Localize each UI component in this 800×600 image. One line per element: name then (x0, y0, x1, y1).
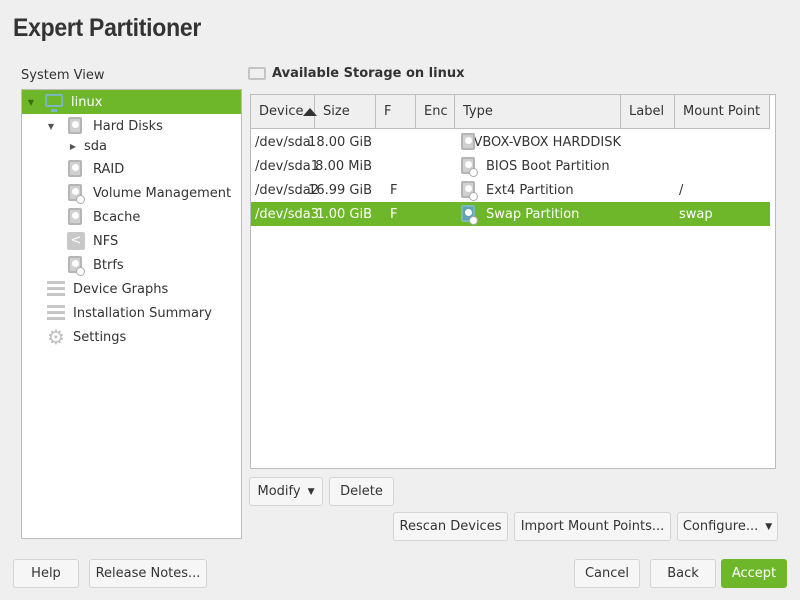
raid-icon (66, 159, 86, 179)
help-button[interactable]: Help (13, 559, 79, 588)
tree-item-label: Hard Disks (93, 118, 163, 134)
tree-item-btrfs[interactable]: Btrfs (22, 253, 241, 277)
column-header-mount-point[interactable]: Mount Point (675, 95, 770, 128)
storage-table[interactable]: Device Size F Enc Type Label Mount Point… (250, 94, 776, 469)
dropdown-arrow-icon: ▼ (307, 486, 315, 497)
tree-item-label: Settings (73, 329, 127, 345)
tree-item-device-graphs[interactable]: Device Graphs (22, 277, 241, 301)
cell-type: Swap Partition (455, 204, 621, 225)
btrfs-icon (66, 255, 86, 276)
table-row[interactable]: /dev/sda3 1.00 GiB F Swap Partition swap (251, 202, 770, 226)
cell-size: 18.00 GiB (308, 134, 372, 150)
partition-icon (459, 180, 479, 201)
bcache-icon (66, 207, 86, 227)
expand-arrow-icon[interactable]: ▼ (26, 98, 36, 107)
hard-disk-icon (66, 116, 86, 136)
tree-item-sda[interactable]: ▶ sda (22, 135, 241, 157)
accept-button[interactable]: Accept (721, 559, 787, 588)
tree-item-linux[interactable]: ▼ linux (22, 90, 241, 114)
system-view-tree[interactable]: ▼ linux ▼ Hard Disks ▶ sda RAID Volume M… (21, 89, 242, 539)
tree-item-label: linux (71, 94, 103, 110)
table-row[interactable]: /dev/sda 18.00 GiB VBOX-VBOX HARDDISK (251, 130, 770, 154)
column-header-label[interactable]: Label (621, 95, 675, 128)
partition-icon (459, 204, 479, 225)
column-header-f[interactable]: F (376, 95, 416, 128)
system-view-label: System View (21, 68, 105, 83)
cell-device: /dev/sda (255, 134, 311, 150)
table-row[interactable]: /dev/sda2 16.99 GiB F Ext4 Partition / (251, 178, 770, 202)
tree-item-label: Device Graphs (73, 281, 169, 297)
column-header-enc[interactable]: Enc (416, 95, 455, 128)
available-storage-heading: Available Storage on linux (248, 66, 465, 81)
cell-device: /dev/sda3 (255, 206, 319, 222)
collapsed-arrow-icon[interactable]: ▶ (68, 142, 78, 151)
delete-button[interactable]: Delete (329, 477, 394, 506)
tree-item-label: Btrfs (93, 257, 124, 273)
cell-size: 1.00 GiB (316, 206, 372, 222)
column-header-type[interactable]: Type (455, 95, 621, 128)
configure-button[interactable]: Configure... ▼ (677, 512, 778, 541)
cell-size: 8.00 MiB (315, 158, 372, 174)
page-title: Expert Partitioner (13, 14, 202, 42)
dropdown-arrow-icon: ▼ (765, 521, 773, 532)
cell-device: /dev/sda1 (255, 158, 319, 174)
nfs-share-icon: < (66, 231, 86, 251)
tree-item-raid[interactable]: RAID (22, 157, 241, 181)
cell-type: Ext4 Partition (455, 180, 621, 201)
tree-item-volume-management[interactable]: Volume Management (22, 181, 241, 205)
table-row[interactable]: /dev/sda1 8.00 MiB BIOS Boot Partition (251, 154, 770, 178)
volume-management-icon (66, 183, 86, 204)
monitor-icon (44, 92, 64, 112)
cell-size: 16.99 GiB (308, 182, 372, 198)
rescan-devices-button[interactable]: Rescan Devices (393, 512, 508, 541)
tree-item-bcache[interactable]: Bcache (22, 205, 241, 229)
heading-text: Available Storage on linux (272, 66, 465, 81)
cancel-button[interactable]: Cancel (574, 559, 640, 588)
cell-type: BIOS Boot Partition (455, 156, 621, 177)
column-header-size[interactable]: Size (315, 95, 376, 128)
monitor-icon (248, 67, 266, 80)
table-header: Device Size F Enc Type Label Mount Point (251, 95, 770, 129)
installation-summary-icon (46, 303, 66, 323)
tree-item-installation-summary[interactable]: Installation Summary (22, 301, 241, 325)
gear-icon: ⚙ (47, 325, 65, 349)
tree-item-label: Installation Summary (73, 305, 212, 321)
expand-arrow-icon[interactable]: ▼ (46, 122, 56, 131)
cell-device: /dev/sda2 (255, 182, 319, 198)
cell-mount: / (679, 182, 684, 198)
tree-item-label: Bcache (93, 209, 141, 225)
tree-item-label: Volume Management (93, 185, 232, 201)
partition-icon (459, 156, 479, 177)
hard-disk-icon (459, 132, 475, 152)
tree-item-label: sda (84, 138, 107, 154)
import-mount-points-button[interactable]: Import Mount Points... (514, 512, 671, 541)
cell-f: F (390, 206, 398, 222)
tree-item-label: NFS (93, 233, 119, 249)
tree-item-label: RAID (93, 161, 125, 177)
back-button[interactable]: Back (650, 559, 716, 588)
modify-button[interactable]: Modify ▼ (249, 477, 323, 506)
cell-f: F (390, 182, 398, 198)
tree-item-nfs[interactable]: < NFS (22, 229, 241, 253)
release-notes-button[interactable]: Release Notes... (89, 559, 207, 588)
device-graphs-icon (46, 279, 66, 299)
tree-item-settings[interactable]: ⚙ Settings (22, 325, 241, 349)
cell-type: VBOX-VBOX HARDDISK (455, 132, 621, 152)
cell-mount: swap (679, 206, 713, 222)
column-header-device[interactable]: Device (251, 95, 318, 128)
